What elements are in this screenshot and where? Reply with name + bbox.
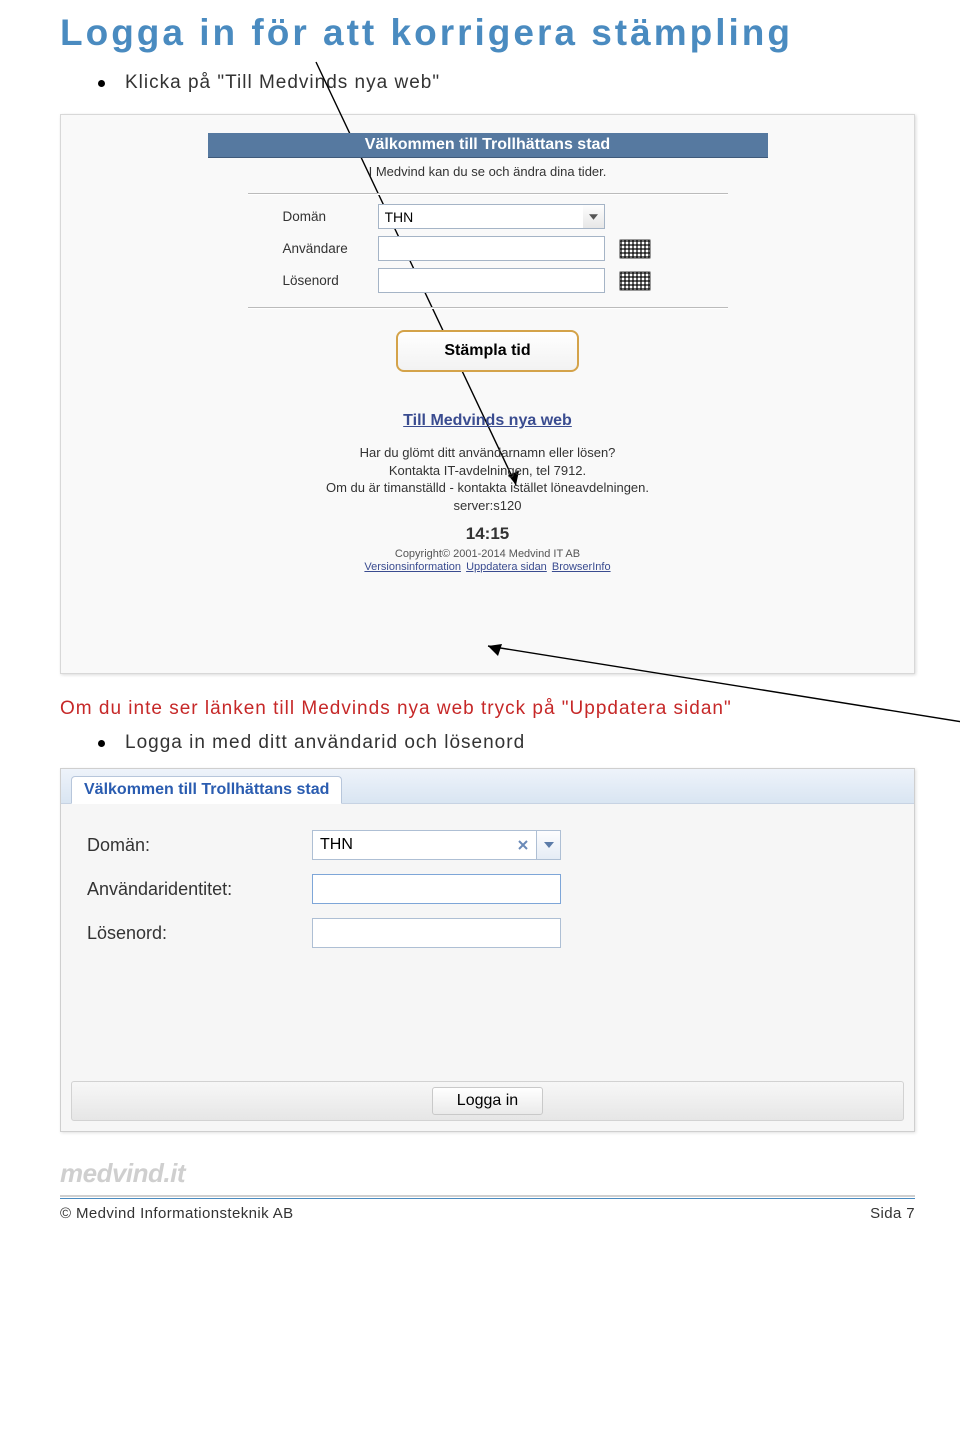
keyboard-icon[interactable]	[619, 271, 651, 291]
watermark-logo: medvind.it	[60, 1158, 915, 1189]
footer-divider	[60, 1195, 915, 1199]
user-identity-input[interactable]	[312, 874, 561, 904]
help-line-1: Har du glömt ditt användarnamn eller lös…	[208, 444, 768, 462]
password-label: Lösenord:	[87, 923, 312, 944]
domain-dropdown-button[interactable]	[537, 830, 561, 860]
help-line-3: Om du är timanställd - kontakta istället…	[208, 479, 768, 497]
help-line-2: Kontakta IT-avdelningen, tel 7912.	[208, 462, 768, 480]
bullet-icon	[98, 740, 105, 747]
bullet-text-2: Logga in med ditt användarid och lösenor…	[125, 732, 525, 754]
chevron-down-icon	[544, 842, 554, 848]
page-title: Logga in för att korrigera stämpling	[60, 12, 915, 54]
login-screenshot-1: Välkommen till Trollhättans stad I Medvi…	[60, 114, 915, 674]
browser-info-link[interactable]: BrowserInfo	[552, 561, 611, 573]
password-input[interactable]	[378, 268, 605, 293]
update-page-link[interactable]: Uppdatera sidan	[466, 561, 547, 573]
button-bar: Logga in	[71, 1081, 904, 1121]
hint-text-red: Om du inte ser länken till Medvinds nya …	[60, 698, 915, 720]
version-info-link[interactable]: Versionsinformation	[364, 561, 461, 573]
welcome-banner: Välkommen till Trollhättans stad	[208, 133, 768, 158]
domain-dropdown-button[interactable]	[583, 204, 605, 229]
user-identity-label: Användaridentitet:	[87, 879, 312, 900]
stamp-time-button[interactable]: Stämpla tid	[396, 330, 578, 372]
footer-company: © Medvind Informationsteknik AB	[60, 1205, 294, 1222]
domain-label: Domän	[283, 209, 378, 224]
divider	[248, 193, 728, 194]
clock-time: 14:15	[208, 524, 768, 544]
bullet-icon	[98, 80, 105, 87]
password-input[interactable]	[312, 918, 561, 948]
domain-input[interactable]	[312, 830, 537, 860]
welcome-tab[interactable]: Välkommen till Trollhättans stad	[71, 776, 342, 804]
password-label: Lösenord	[283, 273, 378, 288]
to-new-web-link[interactable]: Till Medvinds nya web	[403, 412, 572, 429]
divider	[248, 307, 728, 308]
keyboard-icon[interactable]	[619, 239, 651, 259]
help-text: Har du glömt ditt användarnamn eller lös…	[208, 444, 768, 514]
help-line-4: server:s120	[208, 497, 768, 515]
chevron-down-icon	[589, 214, 598, 220]
domain-label: Domän:	[87, 835, 312, 856]
login-button[interactable]: Logga in	[432, 1087, 543, 1115]
copyright-text: Copyright© 2001-2014 Medvind IT AB	[208, 548, 768, 560]
bullet-text-1: Klicka på "Till Medvinds nya web"	[125, 72, 440, 94]
login-screenshot-2: Välkommen till Trollhättans stad Domän: …	[60, 768, 915, 1132]
domain-input[interactable]	[378, 204, 583, 229]
user-label: Användare	[283, 241, 378, 256]
page-number: Sida 7	[870, 1205, 915, 1222]
tab-bar: Välkommen till Trollhättans stad	[61, 769, 914, 804]
user-input[interactable]	[378, 236, 605, 261]
intro-text: I Medvind kan du se och ändra dina tider…	[208, 164, 768, 179]
clear-icon[interactable]	[515, 837, 531, 853]
